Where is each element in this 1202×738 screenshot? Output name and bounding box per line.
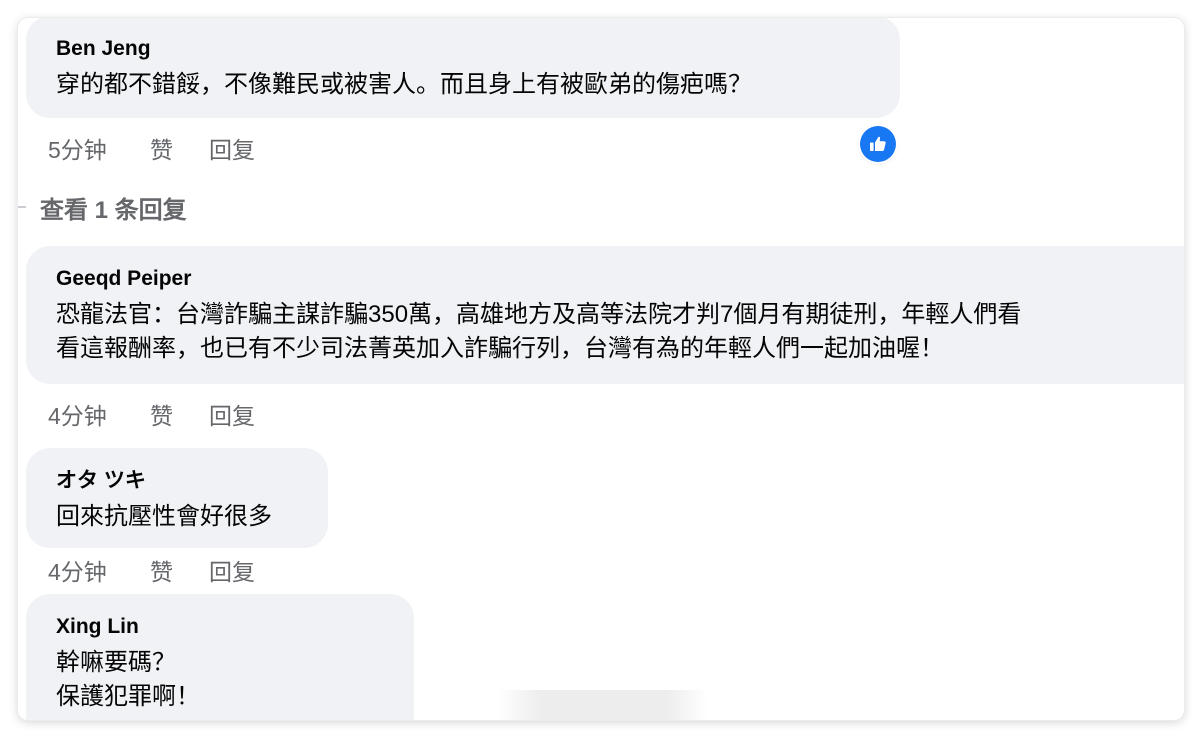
- comment-text: 看這報酬率，也已有不少司法菁英加入詐騙行列，台灣有為的年輕人們一起加油喔！: [56, 335, 944, 362]
- comment-author[interactable]: Geeqd Peiper: [56, 266, 1184, 292]
- reply-button[interactable]: 回复: [209, 553, 255, 587]
- comment-author[interactable]: Xing Lin: [56, 614, 384, 640]
- comment-text: 穿的都不錯餒，不像難民或被害人。而且身上有被歐弟的傷疤嗎？: [56, 71, 752, 98]
- like-button[interactable]: 赞: [150, 397, 209, 431]
- like-button[interactable]: 赞: [150, 131, 209, 165]
- comment-thread: Ben Jeng 穿的都不錯餒，不像難民或被害人。而且身上有被歐弟的傷疤嗎？ 5…: [18, 18, 1184, 720]
- comment-timestamp[interactable]: 4分钟: [48, 397, 150, 431]
- comment-timestamp[interactable]: 5分钟: [48, 131, 150, 165]
- view-replies-label[interactable]: 查看 1 条回复: [40, 190, 187, 225]
- watermark: [498, 690, 708, 720]
- comment-bubble: Ben Jeng 穿的都不錯餒，不像難民或被害人。而且身上有被歐弟的傷疤嗎？: [26, 18, 900, 118]
- comment-actions: 5分钟赞回复: [48, 131, 255, 165]
- like-button[interactable]: 赞: [150, 553, 209, 587]
- comment-actions: 4分钟赞回复: [48, 553, 255, 587]
- reply-button[interactable]: 回复: [209, 131, 255, 165]
- comment-bubble: Xing Lin 幹嘛要碼？ 保護犯罪啊！: [26, 594, 414, 720]
- thumbs-up-icon[interactable]: [860, 126, 896, 162]
- comment-timestamp[interactable]: 4分钟: [48, 553, 150, 587]
- comment-text: 保護犯罪啊！: [56, 683, 200, 710]
- comment-text: 恐龍法官：台灣詐騙主謀詐騙350萬，高雄地方及高等法院才判7個月有期徒刑，年輕人…: [56, 301, 1022, 328]
- comment-bubble: オタ ツキ 回來抗壓性會好很多: [26, 448, 328, 548]
- thread-connector-line: [18, 206, 26, 208]
- comment-actions: 4分钟赞回复: [48, 397, 255, 431]
- comment-author[interactable]: Ben Jeng: [56, 36, 870, 62]
- comment-author[interactable]: オタ ツキ: [56, 468, 298, 494]
- comment-text: 回來抗壓性會好很多: [56, 503, 272, 530]
- reply-button[interactable]: 回复: [209, 397, 255, 431]
- view-replies-link[interactable]: 查看 1 条回复: [18, 190, 187, 224]
- comment-text: 幹嘛要碼？: [56, 649, 176, 676]
- comment-bubble: Geeqd Peiper 恐龍法官：台灣詐騙主謀詐騙350萬，高雄地方及高等法院…: [26, 246, 1184, 384]
